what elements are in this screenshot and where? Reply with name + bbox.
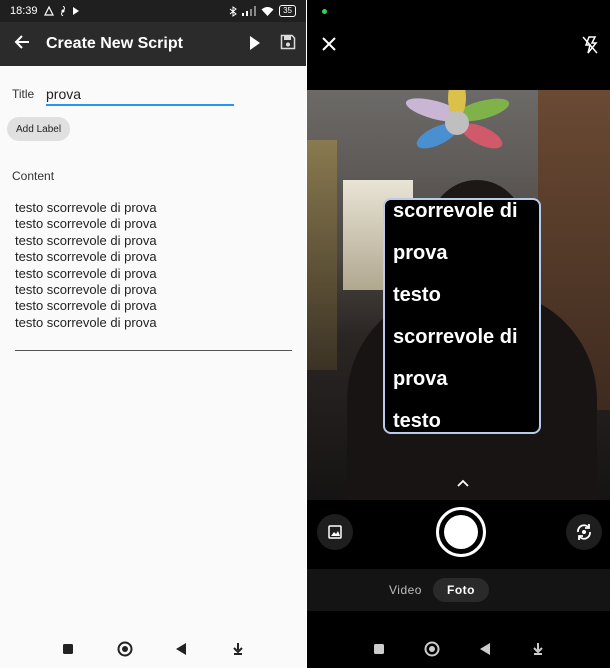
content-line: testo scorrevole di prova [15,216,157,232]
content-line: testo scorrevole di prova [15,314,157,330]
recents-button[interactable] [56,637,80,661]
save-button[interactable] [280,34,296,55]
square-icon [374,644,385,654]
camera-controls: Video Foto [307,500,610,632]
bluetooth-icon [229,5,237,17]
circle-icon [117,641,133,657]
close-icon [322,37,336,51]
system-nav-bar-right [307,630,610,668]
mode-video[interactable]: Video [375,578,436,602]
status-bar: 18:39 35 [0,0,306,22]
status-time: 18:39 [10,5,38,17]
arrow-down-icon [532,643,543,655]
system-nav-bar [0,630,306,668]
camera-status-bar [307,0,610,22]
camera-in-use-dot [322,9,327,14]
content-line: testo scorrevole di prova [15,249,157,265]
teleprompter-overlay[interactable]: scorrevole di prova testo scorrevole di … [383,198,541,434]
home-button[interactable] [420,637,444,661]
triangle-back-icon [176,643,187,655]
close-camera-button[interactable] [321,36,337,57]
circle-icon [424,641,440,657]
fan-status-icon [60,6,65,16]
shutter-inner [444,515,478,549]
flash-toggle[interactable] [582,36,598,59]
app-bar: Create New Script [0,22,306,66]
content-textarea[interactable]: testo scorrevole di prova testo scorrevo… [15,200,292,351]
back-nav-button[interactable] [473,637,497,661]
triangle-back-icon [479,643,490,655]
camera-switch-icon [577,524,591,540]
back-button[interactable] [0,33,44,56]
teleprompter-line: scorrevole di [393,200,518,222]
battery-indicator: 35 [279,5,296,17]
camera-top-bar [307,22,610,90]
arrow-down-icon [233,643,243,655]
play-status-icon [72,7,79,15]
content-line: testo scorrevole di prova [15,282,157,298]
teleprompter-line: testo [393,410,441,432]
content-line: testo scorrevole di prova [15,200,157,215]
teleprompter-line: prova [393,242,448,264]
gallery-button[interactable] [317,514,353,550]
image-icon [328,525,342,539]
camera-viewfinder[interactable]: scorrevole di prova testo scorrevole di … [307,90,610,500]
hide-nav-button[interactable] [226,637,250,661]
camera-mode-bar: Video Foto [307,569,610,611]
left-phone-screen: 18:39 35 Create New Script Title Add Lab… [0,0,306,668]
play-button[interactable] [248,34,262,57]
back-nav-button[interactable] [169,637,193,661]
switch-camera-button[interactable] [566,514,602,550]
title-input[interactable] [46,84,234,106]
add-label-button[interactable]: Add Label [7,117,71,141]
recents-button[interactable] [367,637,391,661]
content-line: testo scorrevole di prova [15,265,157,281]
hide-nav-button[interactable] [526,637,550,661]
teleprompter-line: scorrevole di [393,326,518,348]
play-icon [250,36,260,50]
signal-icon [242,6,257,16]
right-phone-screen: scorrevole di prova testo scorrevole di … [307,0,610,668]
teleprompter-line: testo [393,284,441,306]
title-label: Title [12,87,35,101]
mode-photo[interactable]: Foto [433,578,489,602]
wifi-icon [261,7,274,16]
ceiling-fan-scene [405,90,510,149]
content-line: testo scorrevole di prova [15,232,157,248]
square-icon [63,644,74,654]
content-label: Content [12,169,55,183]
page-title: Create New Script [46,35,183,52]
teleprompter-line: prova [393,368,448,390]
notification-icon [43,6,54,16]
home-button[interactable] [113,637,137,661]
arrow-back-icon [14,34,29,49]
chevron-up-icon[interactable] [457,479,469,487]
save-icon [280,34,296,50]
content-line: testo scorrevole di prova [15,298,157,314]
flash-off-icon [582,36,598,54]
shutter-button[interactable] [436,507,486,557]
scene-wall-left [307,140,337,370]
